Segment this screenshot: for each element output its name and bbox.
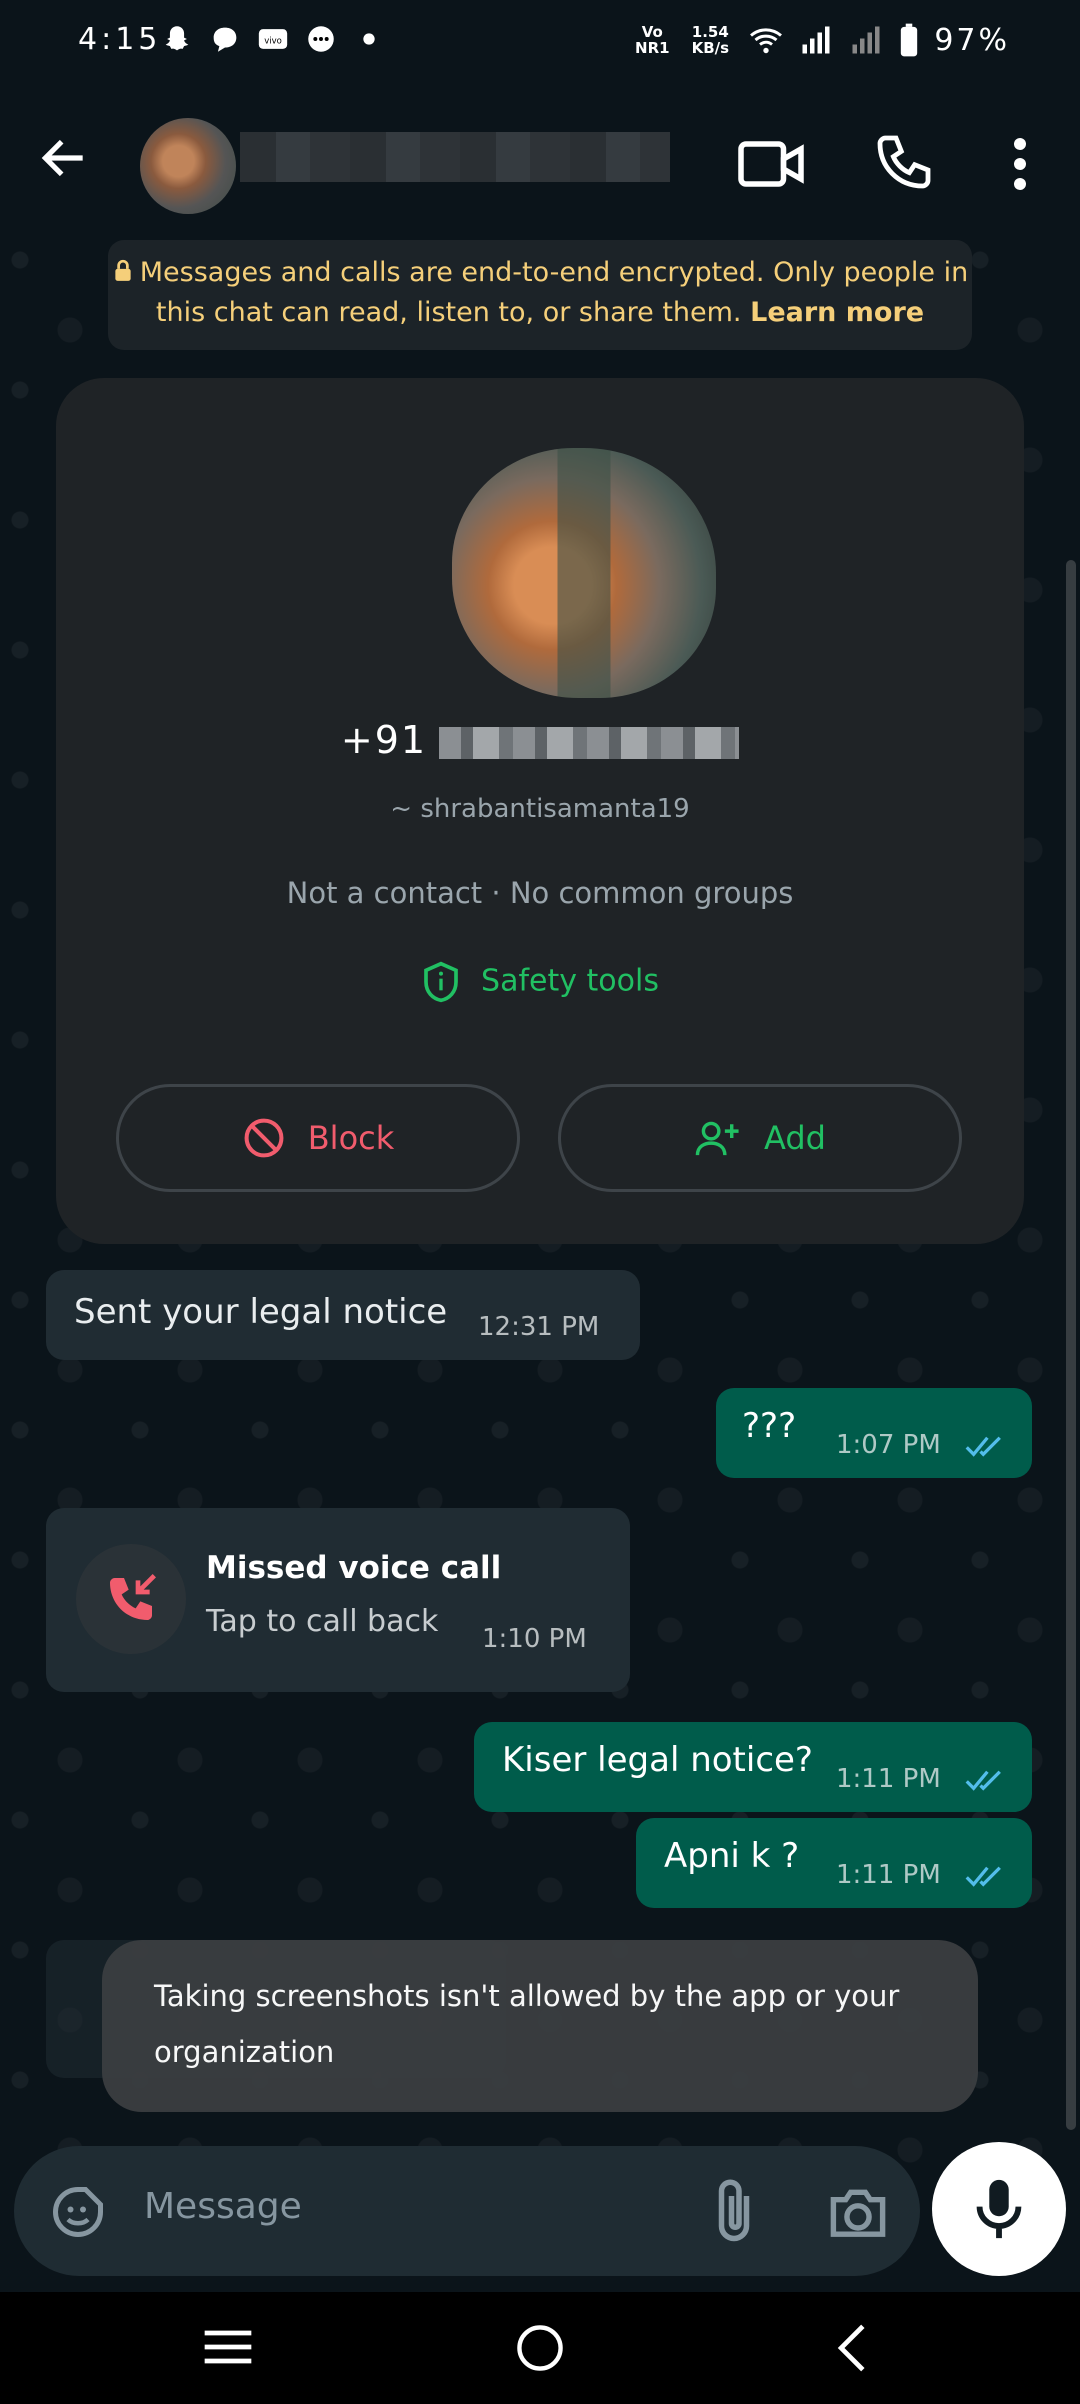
message-dots-icon	[308, 26, 334, 52]
message-composer[interactable]: Message	[14, 2146, 920, 2276]
message-text: Apni k ?	[664, 1836, 800, 1876]
chat-header	[0, 90, 1080, 240]
status-bar: 4:15 vivo Vo NR1 1.54 KB/s 97%	[0, 0, 1080, 90]
camera-icon[interactable]	[826, 2182, 890, 2242]
message-incoming[interactable]: Sent your legal notice 12:31 PM	[46, 1270, 640, 1360]
missed-call-message[interactable]: Missed voice call Tap to call back 1:10 …	[46, 1508, 630, 1692]
add-person-icon	[695, 1121, 739, 1156]
mic-icon	[976, 2179, 1022, 2239]
double-check-icon	[965, 1436, 1001, 1457]
status-time: 4:15	[78, 22, 162, 57]
message-text: Kiser legal notice?	[502, 1740, 813, 1780]
screenshot-blocked-toast: Taking screenshots isn't allowed by the …	[102, 1940, 978, 2112]
voice-call-icon[interactable]	[872, 130, 936, 194]
chat-bubble-icon	[213, 27, 237, 52]
encryption-notice[interactable]: Messages and calls are end-to-end encryp…	[108, 240, 972, 350]
double-check-icon	[965, 1866, 1001, 1887]
video-call-icon[interactable]	[736, 136, 806, 192]
battery-icon	[901, 23, 918, 57]
message-time: 1:11 PM	[836, 1860, 941, 1890]
phone-number-redacted	[439, 726, 740, 759]
back-arrow-icon[interactable]	[36, 130, 92, 186]
dot-icon	[363, 33, 375, 45]
message-text: Sent your legal notice	[74, 1292, 448, 1332]
more-vertical-icon[interactable]	[1000, 134, 1040, 194]
contact-phone: +91	[56, 718, 1024, 762]
nav-back-icon[interactable]	[830, 2322, 874, 2374]
notification-icons: vivo	[160, 22, 386, 56]
wifi-icon	[750, 28, 783, 54]
vivo-icon: vivo	[258, 29, 288, 49]
block-label: Block	[307, 1119, 395, 1157]
contact-name-redacted[interactable]	[240, 132, 670, 182]
nav-home-icon[interactable]	[514, 2322, 566, 2374]
message-text: ???	[742, 1406, 797, 1446]
contact-handle: ~ shrabantisamanta19	[390, 794, 690, 824]
contact-avatar[interactable]	[140, 118, 236, 214]
message-time: 1:11 PM	[836, 1764, 941, 1794]
message-time: 1:10 PM	[482, 1624, 587, 1654]
message-input[interactable]: Message	[144, 2186, 302, 2227]
shield-icon	[424, 961, 458, 1003]
status-right: Vo NR1 1.54 KB/s 97%	[632, 22, 1010, 58]
contact-profile-photo[interactable]	[452, 448, 716, 698]
safety-tools-label: Safety tools	[481, 963, 659, 999]
network-speed: 1.54 KB/s	[691, 23, 730, 57]
add-label: Add	[764, 1119, 826, 1157]
system-nav-bar	[0, 2292, 1080, 2404]
mic-button[interactable]	[932, 2142, 1066, 2276]
contact-meta: Not a contact · No common groups	[286, 876, 794, 910]
safety-tools-link[interactable]: Safety tools	[56, 960, 1024, 1004]
network-type: Vo NR1	[635, 23, 670, 57]
nav-recents-icon[interactable]	[200, 2322, 256, 2372]
add-contact-button[interactable]: Add	[558, 1084, 962, 1192]
missed-call-icon-wrap	[76, 1544, 186, 1654]
block-icon	[244, 1118, 284, 1158]
svg-text:vivo: vivo	[264, 36, 282, 46]
block-button[interactable]: Block	[116, 1084, 520, 1192]
battery-percent: 97%	[934, 22, 1010, 58]
snapchat-icon	[165, 26, 189, 51]
phone-prefix: +91	[340, 718, 428, 762]
message-outgoing[interactable]: Kiser legal notice? 1:11 PM	[474, 1722, 1032, 1812]
message-time: 12:31 PM	[478, 1312, 600, 1342]
sticker-icon[interactable]	[48, 2182, 108, 2242]
message-outgoing[interactable]: ??? 1:07 PM	[716, 1388, 1032, 1478]
contact-info-card: +91 ~ shrabantisamanta19 Not a contact ·…	[56, 378, 1024, 1244]
missed-call-subtitle: Tap to call back	[206, 1604, 439, 1639]
message-time: 1:07 PM	[836, 1430, 941, 1460]
missed-call-title: Missed voice call	[206, 1550, 502, 1586]
learn-more-link[interactable]: Learn more	[750, 297, 924, 328]
chat-scrollbar[interactable]	[1066, 560, 1076, 2130]
signal-icon	[802, 26, 830, 54]
lock-icon	[115, 259, 131, 281]
double-check-icon	[965, 1770, 1001, 1791]
attach-icon[interactable]	[704, 2176, 764, 2246]
missed-call-icon	[110, 1574, 156, 1620]
signal-2-icon	[852, 26, 880, 54]
message-outgoing[interactable]: Apni k ? 1:11 PM	[636, 1818, 1032, 1908]
